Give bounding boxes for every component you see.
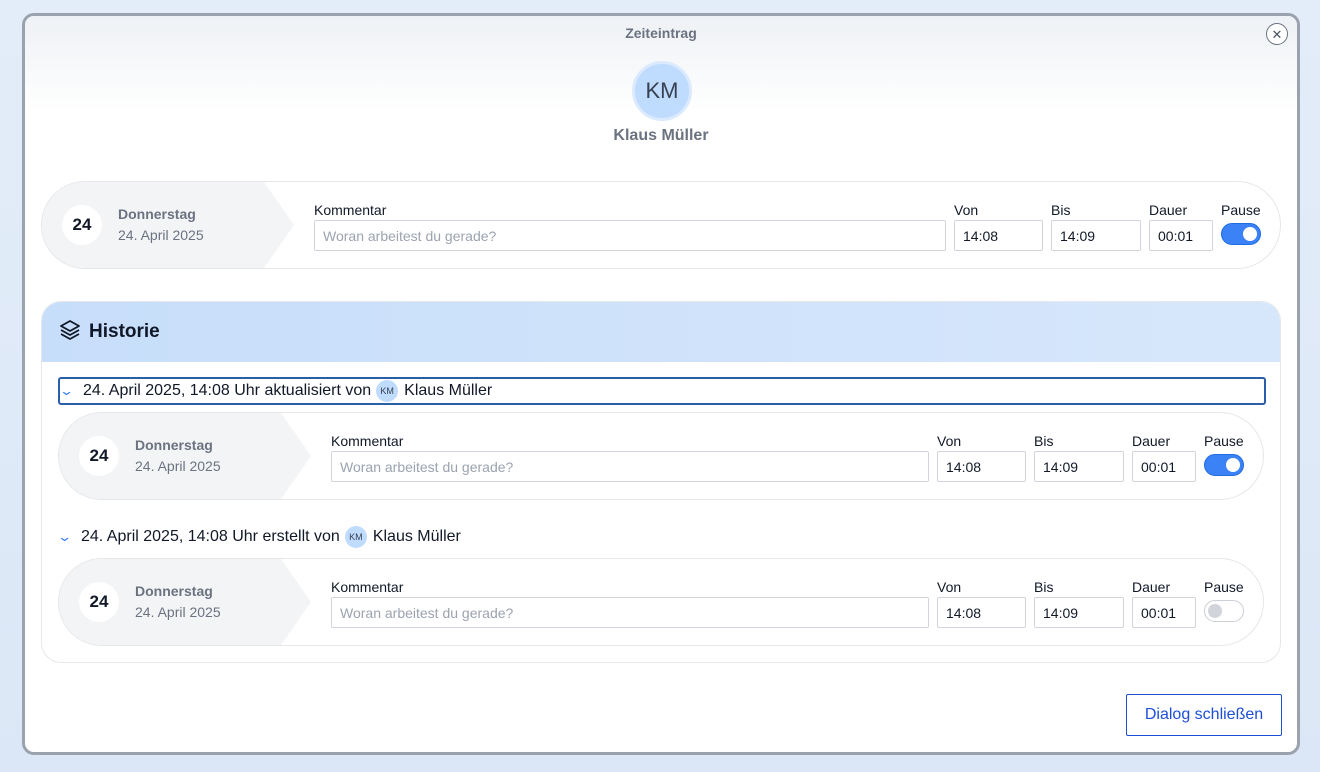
- from-input[interactable]: 14:08: [954, 220, 1043, 251]
- from-input[interactable]: 14:08: [937, 597, 1026, 628]
- close-dialog-button[interactable]: Dialog schließen: [1126, 694, 1282, 736]
- duration-input[interactable]: 00:01: [1149, 220, 1213, 251]
- duration-input[interactable]: 00:01: [1132, 451, 1196, 482]
- weekday: Donnerstag: [118, 206, 196, 222]
- from-input[interactable]: 14:08: [937, 451, 1026, 482]
- pause-label: Pause: [1204, 579, 1244, 595]
- comment-label: Kommentar: [331, 579, 404, 595]
- day-number: 24: [79, 582, 119, 622]
- weekday: Donnerstag: [135, 437, 213, 453]
- day-number: 24: [79, 436, 119, 476]
- from-label: Von: [954, 202, 979, 218]
- comment-input[interactable]: Woran arbeitest du gerade?: [331, 451, 929, 482]
- date: 24. April 2025: [135, 604, 221, 620]
- pause-toggle[interactable]: [1221, 223, 1261, 245]
- to-input[interactable]: 14:09: [1034, 597, 1124, 628]
- user-name: Klaus Müller: [613, 127, 709, 144]
- duration-input[interactable]: 00:01: [1132, 597, 1196, 628]
- day-number: 24: [62, 205, 102, 245]
- to-label: Bis: [1051, 202, 1071, 218]
- revision-header[interactable]: ⌄ 24. April 2025, 14:08 Uhr erstellt von…: [57, 523, 1266, 551]
- from-label: Von: [937, 579, 962, 595]
- history-title: Historie: [89, 321, 160, 342]
- pause-toggle[interactable]: [1204, 600, 1244, 622]
- comment-input[interactable]: Woran arbeitest du gerade?: [331, 597, 929, 628]
- duration-label: Dauer: [1132, 433, 1171, 449]
- history-header: Historie: [42, 302, 1280, 362]
- pause-label: Pause: [1204, 433, 1244, 449]
- to-input[interactable]: 14:09: [1034, 451, 1124, 482]
- date: 24. April 2025: [135, 458, 221, 474]
- comment-label: Kommentar: [331, 433, 404, 449]
- avatar: KM: [376, 380, 399, 402]
- dialog-title: Zeiteintrag: [625, 25, 697, 41]
- to-input[interactable]: 14:09: [1051, 220, 1141, 251]
- pause-toggle[interactable]: [1204, 454, 1244, 476]
- to-label: Bis: [1034, 433, 1054, 449]
- revision-title: 24. April 2025, 14:08 Uhr erstellt von: [81, 528, 340, 545]
- comment-input[interactable]: Woran arbeitest du gerade?: [314, 220, 946, 251]
- to-label: Bis: [1034, 579, 1054, 595]
- date: 24. April 2025: [118, 227, 204, 243]
- pause-label: Pause: [1221, 202, 1261, 218]
- revision-entry-card: 24 Donnerstag 24. April 2025 Kommentar W…: [58, 412, 1264, 500]
- from-label: Von: [937, 433, 962, 449]
- close-icon[interactable]: ✕: [1266, 23, 1288, 45]
- layers-icon: [60, 320, 80, 340]
- revision-author: Klaus Müller: [372, 528, 461, 545]
- revision-author: Klaus Müller: [404, 382, 493, 399]
- chevron-down-icon: ⌄: [57, 529, 73, 544]
- revision-header[interactable]: ⌄ 24. April 2025, 14:08 Uhr aktualisiert…: [58, 377, 1266, 405]
- revision-title: 24. April 2025, 14:08 Uhr aktualisiert v…: [83, 382, 372, 399]
- avatar: KM: [632, 61, 692, 121]
- current-entry-card: 24 Donnerstag 24. April 2025 Kommentar W…: [41, 181, 1281, 269]
- avatar: KM: [344, 526, 367, 548]
- history-panel: Historie ⌄ 24. April 2025, 14:08 Uhr akt…: [41, 301, 1281, 663]
- time-entry-dialog: Zeiteintrag ✕ KM Klaus Müller 24 Donners…: [22, 13, 1300, 755]
- comment-label: Kommentar: [314, 202, 387, 218]
- chevron-down-icon: ⌄: [59, 383, 75, 398]
- duration-label: Dauer: [1132, 579, 1171, 595]
- duration-label: Dauer: [1149, 202, 1188, 218]
- revision-entry-card: 24 Donnerstag 24. April 2025 Kommentar W…: [58, 558, 1264, 646]
- weekday: Donnerstag: [135, 583, 213, 599]
